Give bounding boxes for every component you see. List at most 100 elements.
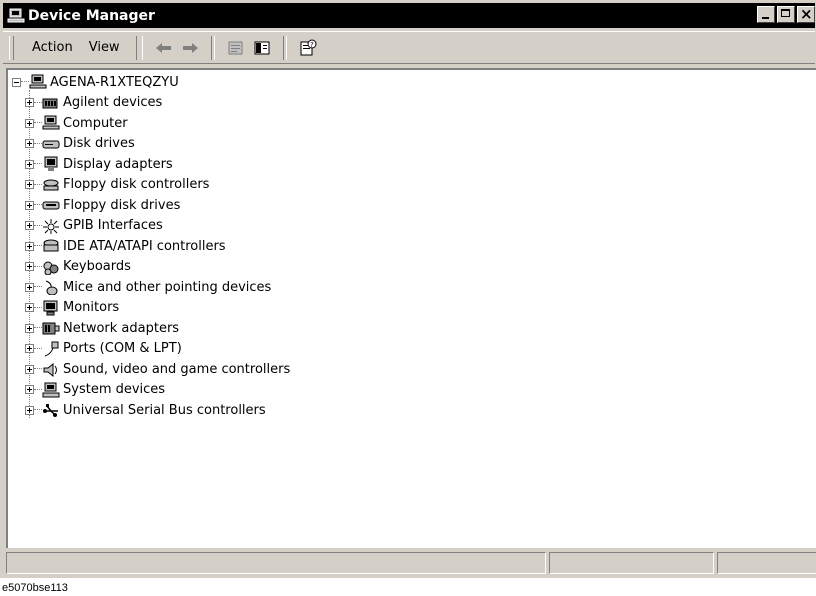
tree-item[interactable]: Floppy disk controllers [25, 175, 209, 195]
tree-item[interactable]: Monitors [25, 298, 119, 318]
tree-item-label: Keyboards [63, 259, 131, 274]
tree-root-node[interactable]: AGENA-R1XTEQZYU [12, 72, 179, 92]
port-icon [42, 340, 60, 358]
tree-item-label: GPIB Interfaces [63, 218, 163, 233]
expand-icon[interactable] [25, 180, 34, 189]
expand-icon[interactable] [25, 200, 34, 210]
expand-icon[interactable] [25, 262, 34, 271]
system-device-icon [42, 381, 60, 399]
tree-item[interactable]: Ports (COM & LPT) [25, 339, 182, 359]
window-title: Device Manager [28, 7, 155, 24]
expand-icon[interactable] [25, 303, 34, 312]
mouse-icon [42, 278, 60, 296]
tree-item-label: Monitors [63, 300, 120, 315]
menu-view[interactable]: View [81, 37, 128, 58]
expand-icon[interactable] [25, 98, 34, 107]
ide-controller-icon [42, 237, 60, 255]
tree-item[interactable]: Computer [25, 113, 128, 133]
expand-icon[interactable] [25, 323, 34, 333]
expand-icon[interactable] [25, 405, 34, 415]
svg-text:?: ? [310, 41, 314, 49]
tree-item[interactable]: Agilent devices [25, 93, 162, 113]
toolbar-grip[interactable] [9, 35, 14, 60]
toolbar: Action View ? [3, 31, 815, 64]
tree-item[interactable]: Floppy disk drives [25, 195, 180, 215]
expand-icon[interactable] [25, 344, 34, 353]
help-button[interactable]: ? [295, 36, 321, 60]
status-panel-2 [549, 552, 714, 574]
figure-caption: e5070bse113 [2, 582, 68, 594]
forward-arrow-icon [182, 42, 198, 53]
usb-icon [42, 401, 60, 419]
device-manager-window: Device Manager × Action View ? AGENA-R1X… [0, 0, 816, 578]
menu-action[interactable]: Action [24, 37, 81, 58]
network-adapter-icon [42, 319, 60, 337]
tree-item[interactable]: IDE ATA/ATAPI controllers [25, 236, 226, 256]
tree-item-label: Computer [63, 115, 128, 131]
expand-icon[interactable] [25, 221, 34, 230]
expand-icon[interactable] [25, 118, 34, 128]
agilent-device-icon [42, 94, 60, 112]
help-icon: ? [300, 39, 317, 55]
toolbar-separator [282, 35, 287, 60]
collapse-icon[interactable] [12, 77, 21, 87]
show-hide-tree-icon [254, 41, 270, 54]
close-button[interactable]: × [797, 5, 815, 23]
tree-item[interactable]: System devices [25, 380, 165, 400]
expand-icon[interactable] [25, 282, 34, 292]
device-manager-icon [6, 6, 26, 26]
title-bar[interactable]: Device Manager × [3, 3, 815, 28]
minimize-button[interactable] [757, 6, 775, 23]
tree-item[interactable]: Sound, video and game controllers [25, 359, 290, 379]
toolbar-separator [135, 35, 143, 60]
tree-root-label: AGENA-R1XTEQZYU [50, 74, 179, 90]
forward-button[interactable] [177, 36, 203, 60]
status-panel-3 [717, 552, 816, 574]
monitor-icon [42, 299, 60, 317]
tree-item[interactable]: Disk drives [25, 134, 135, 154]
disk-drive-icon [42, 135, 60, 153]
display-adapter-icon [42, 155, 60, 173]
expand-icon[interactable] [25, 139, 34, 148]
toolbar-separator [210, 35, 215, 60]
keyboard-icon [42, 258, 60, 276]
properties-button[interactable] [223, 36, 249, 60]
gpib-icon [42, 217, 60, 235]
properties-icon [228, 41, 243, 54]
device-tree-pane[interactable]: AGENA-R1XTEQZYU Agilent devices Computer D… [6, 68, 816, 548]
tree-item-label: Ports (COM & LPT) [63, 341, 182, 356]
expand-icon[interactable] [25, 364, 34, 374]
maximize-button[interactable] [777, 6, 795, 23]
tree-item-label: Floppy disk drives [63, 197, 181, 213]
tree-item[interactable]: Keyboards [25, 257, 131, 277]
tree-item[interactable]: Display adapters [25, 154, 173, 174]
expand-icon[interactable] [25, 159, 34, 169]
tree-item-label: IDE ATA/ATAPI controllers [63, 238, 226, 254]
tree-item[interactable]: Network adapters [25, 318, 179, 338]
status-panel-main [6, 552, 546, 574]
tree-item[interactable]: GPIB Interfaces [25, 216, 163, 236]
tree-item-label: Network adapters [63, 320, 180, 336]
status-bar [6, 552, 816, 576]
tree-item[interactable]: Mice and other pointing devices [25, 277, 271, 297]
computer-icon [29, 73, 47, 91]
expand-icon[interactable] [25, 385, 34, 394]
tree-item-label: Disk drives [63, 136, 135, 151]
tree-item-label: Sound, video and game controllers [63, 361, 291, 377]
tree-item-label: Floppy disk controllers [63, 177, 210, 192]
floppy-drive-icon [42, 196, 60, 214]
tree-item[interactable]: Universal Serial Bus controllers [25, 400, 266, 420]
expand-icon[interactable] [25, 241, 34, 251]
back-arrow-icon [155, 42, 171, 53]
tree-item-label: System devices [63, 382, 166, 397]
tree-item-label: Universal Serial Bus controllers [63, 402, 266, 418]
back-button[interactable] [151, 36, 177, 60]
computer-icon [42, 114, 60, 132]
tree-item-label: Agilent devices [63, 95, 163, 110]
sound-icon [42, 360, 60, 378]
show-hide-tree-button[interactable] [249, 36, 275, 60]
tree-item-label: Mice and other pointing devices [63, 279, 272, 295]
floppy-controller-icon [42, 176, 60, 194]
close-icon: × [800, 5, 813, 23]
tree-item-label: Display adapters [63, 156, 173, 172]
